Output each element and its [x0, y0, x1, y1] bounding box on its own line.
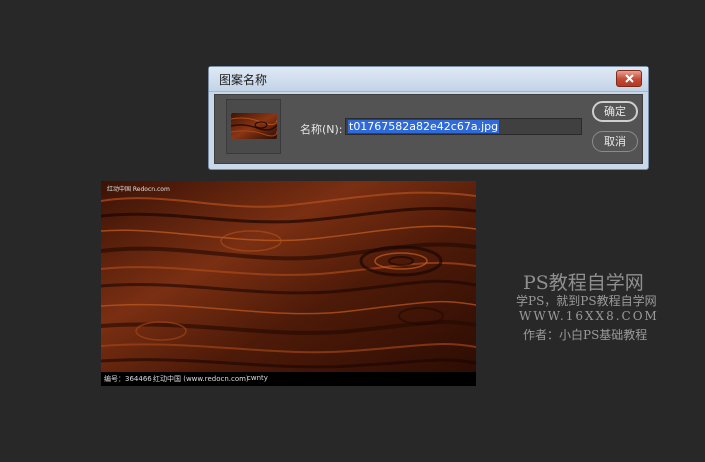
dialog-titlebar[interactable]: 图案名称 — [209, 67, 648, 92]
image-footer-site: 红动中国 (www.redocn.com) — [153, 375, 249, 383]
image-top-caption: 红动中国 Redocn.com — [107, 186, 170, 193]
dialog-title: 图案名称 — [219, 73, 268, 87]
close-button[interactable] — [616, 70, 642, 87]
wood-grain — [101, 181, 476, 386]
watermark-author: 作者：小白PS基础教程 — [523, 328, 648, 342]
wood-texture-image: 红动中国 Redocn.com 编号：364466 红动中国 (www.redo… — [101, 181, 476, 386]
pattern-preview-frame — [226, 99, 281, 154]
watermark-slogan: 学PS，就到PS教程自学网 — [516, 294, 657, 308]
watermark-url: WWW.16XX8.COM — [519, 309, 659, 323]
cancel-button[interactable]: 取消 — [592, 131, 638, 152]
image-footer-author: cwnty — [247, 374, 268, 382]
name-label: 名称(N): — [300, 123, 343, 136]
dialog-body: 名称(N): t01767582a82e42c67a.jpg 确定 取消 — [214, 94, 643, 164]
ok-button[interactable]: 确定 — [592, 101, 638, 122]
image-footer-id: 编号：364466 — [104, 375, 152, 383]
pattern-name-value: t01767582a82e42c67a.jpg — [348, 120, 500, 133]
close-icon — [625, 74, 634, 83]
pattern-name-dialog: 图案名称 名称(N): t01767582a82e42c67a.jpg 确定 取… — [208, 66, 649, 170]
pattern-name-input[interactable]: t01767582a82e42c67a.jpg — [345, 118, 582, 135]
pattern-thumbnail — [231, 113, 277, 139]
image-footer: 编号：364466 红动中国 (www.redocn.com) cwnty — [101, 372, 476, 386]
watermark-title: PS教程自学网 — [523, 272, 644, 294]
